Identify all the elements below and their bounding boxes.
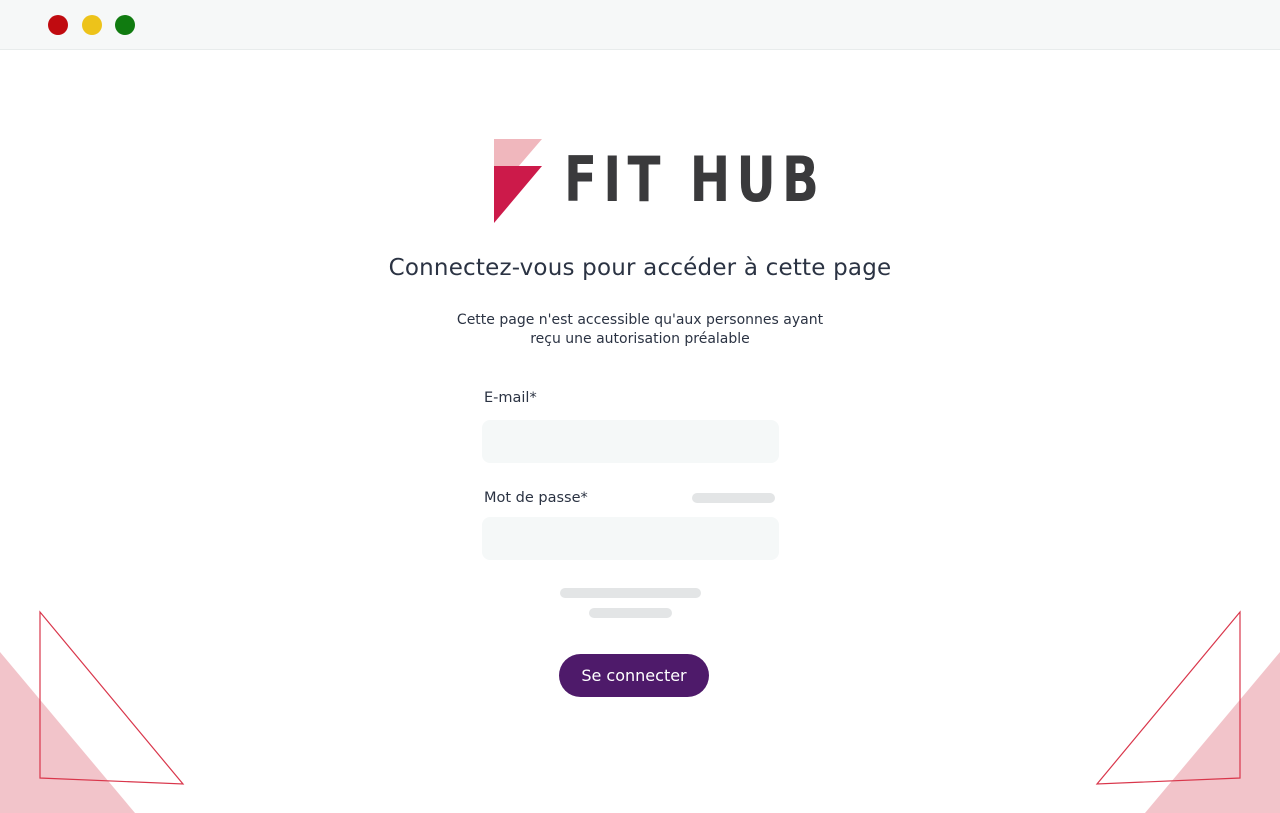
forgot-password-placeholder xyxy=(692,493,775,503)
logo-mark-icon xyxy=(494,139,542,223)
page-description: Cette page n'est accessible qu'aux perso… xyxy=(456,312,824,347)
close-window-button[interactable] xyxy=(48,15,68,35)
corner-decoration-left xyxy=(0,610,185,813)
brand-logo: FIT HUB xyxy=(494,139,819,223)
password-field[interactable] xyxy=(482,517,779,560)
page-title: Connectez-vous pour accéder à cette page xyxy=(388,255,892,281)
corner-decoration-right xyxy=(1095,610,1280,813)
brand-name: FIT HUB xyxy=(564,143,826,216)
maximize-window-button[interactable] xyxy=(115,15,135,35)
window-titlebar xyxy=(0,0,1280,50)
login-button[interactable]: Se connecter xyxy=(559,654,709,697)
loading-placeholder-line xyxy=(560,588,701,598)
loading-placeholder-line xyxy=(589,608,672,618)
email-label: E-mail* xyxy=(484,390,537,406)
email-field[interactable] xyxy=(482,420,779,463)
login-page: FIT HUB Connectez-vous pour accéder à ce… xyxy=(0,0,1280,813)
password-label: Mot de passe* xyxy=(484,490,588,506)
minimize-window-button[interactable] xyxy=(82,15,102,35)
